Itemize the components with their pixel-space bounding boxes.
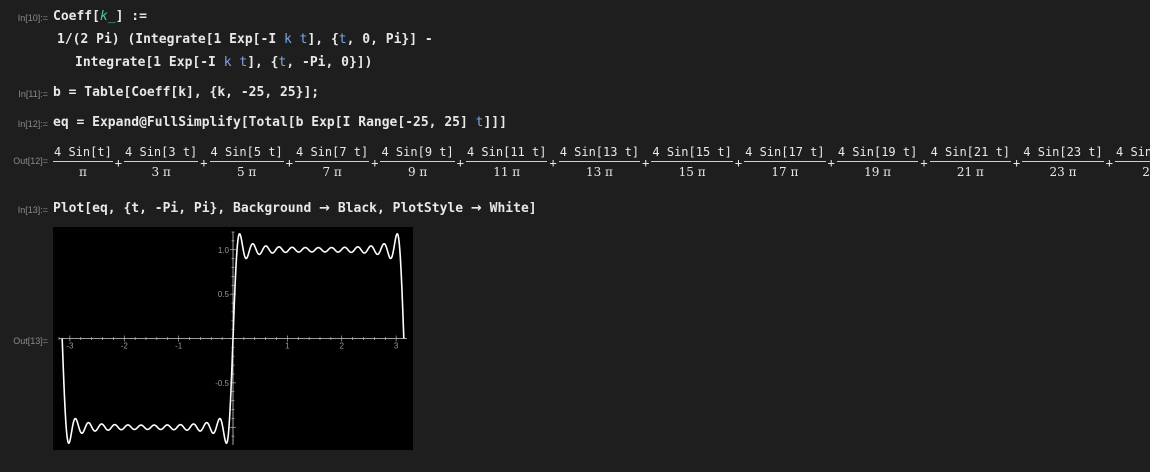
plus-sign: + — [549, 156, 557, 170]
rule-arrow-2: → — [470, 201, 482, 216]
plus-sign: + — [285, 156, 293, 170]
cell-label-in10: In[10]:= — [17, 13, 48, 23]
fraction-denominator: 3 π — [151, 165, 171, 179]
plus-sign: + — [827, 156, 835, 170]
fraction-denominator: 23 π — [1049, 165, 1077, 179]
fraction-term: 4 Sin[13 t] 13 π — [558, 145, 641, 179]
fraction-denominator: 21 π — [956, 165, 984, 179]
fraction-denominator: 13 π — [585, 165, 613, 179]
plus-sign: + — [114, 156, 123, 170]
fraction-denominator: 5 π — [236, 165, 257, 179]
fraction-numerator: 4 Sin[11 t] — [465, 145, 548, 162]
fraction-term: 4 Sin[21 t] 21 π — [929, 145, 1012, 179]
fraction-term: 4 Sin[19 t] 19 π — [836, 145, 919, 179]
y-tick-label: 0.5 — [218, 290, 230, 299]
fraction-denominator: π — [78, 165, 87, 179]
code-line-table[interactable]: b = Table[Coeff[k], {k, -25, 25}]; — [53, 85, 319, 100]
fraction-numerator: 4 Sin[7 t] — [295, 145, 370, 162]
x-tick-label: 2 — [340, 342, 345, 351]
fraction-numerator: 4 Sin[3 t] — [124, 145, 199, 162]
plot-canvas: -3 -2 -1 1 2 3 -0.5 0.5 1.0 — [58, 231, 407, 445]
x-tick-label: -1 — [175, 342, 183, 351]
fraction-term: 4 Sin[11 t] 11 π — [465, 145, 548, 179]
plus-sign: + — [1105, 156, 1113, 170]
plus-sign: + — [371, 156, 379, 170]
fraction-term: 4 Sin[7 t] 7 π — [295, 145, 370, 179]
fraction-denominator: 17 π — [771, 165, 799, 179]
fraction-numerator: 4 Sin[21 t] — [929, 145, 1012, 162]
fraction-denominator: 7 π — [322, 165, 342, 179]
y-tick-label: 1.0 — [218, 246, 230, 255]
fraction-denominator: 19 π — [864, 165, 892, 179]
y-tick-label: -0.5 — [215, 379, 229, 388]
x-tick-label: 3 — [394, 342, 399, 351]
plus-sign: + — [1013, 156, 1021, 170]
fraction-numerator: 4 Sin[9 t] — [380, 145, 455, 162]
code-line-integrate-1[interactable]: 1/(2 Pi) (Integrate[1 Exp[-I k t], {t, 0… — [57, 32, 433, 47]
cell-label-out13: Out[13]= — [13, 336, 48, 346]
fourier-series-output: 4 Sin[t] π +4 Sin[3 t] 3 π +4 Sin[5 t] 5 π +4 … — [52, 142, 1150, 182]
fraction-numerator: 4 Sin[13 t] — [558, 145, 641, 162]
plus-sign: + — [642, 156, 650, 170]
fraction-numerator: 4 Sin[25 t] — [1115, 145, 1150, 162]
plus-sign: + — [734, 156, 743, 170]
fraction-denominator: 25 π — [1142, 165, 1150, 179]
fraction-term: 4 Sin[17 t] 17 π — [744, 145, 826, 179]
fraction-term: 4 Sin[9 t] 9 π — [380, 145, 455, 179]
code-line-plot[interactable]: Plot[eq, {t, -Pi, Pi}, Background → Blac… — [53, 201, 537, 216]
fraction-numerator: 4 Sin[t] — [53, 145, 113, 162]
fraction-denominator: 9 π — [407, 165, 428, 179]
fraction-denominator: 15 π — [678, 165, 706, 179]
plus-sign: + — [456, 156, 464, 170]
cell-label-out12: Out[12]= — [13, 156, 48, 166]
code-line-expand[interactable]: eq = Expand@FullSimplify[Total[b Exp[I R… — [53, 115, 507, 130]
fraction-term: 4 Sin[3 t] 3 π — [124, 145, 199, 179]
plus-sign: + — [200, 156, 208, 170]
x-tick-label: -2 — [121, 342, 129, 351]
cell-label-in13: In[13]:= — [17, 205, 48, 215]
pattern-k: k_ — [99, 9, 116, 24]
rule-arrow-1: → — [319, 201, 331, 216]
cell-label-in12: In[12]:= — [17, 119, 48, 129]
cell-label-in11: In[11]:= — [18, 89, 48, 99]
plus-sign: + — [920, 156, 928, 170]
fraction-term: 4 Sin[23 t] 23 π — [1022, 145, 1104, 179]
fraction-term: 4 Sin[t] π — [53, 145, 113, 179]
square-wave-plot[interactable]: -3 -2 -1 1 2 3 -0.5 0.5 1.0 — [53, 227, 413, 450]
fraction-numerator: 4 Sin[5 t] — [209, 145, 284, 162]
fraction-numerator: 4 Sin[17 t] — [744, 145, 826, 162]
code-line-integrate-2[interactable]: Integrate[1 Exp[-I k t], {t, -Pi, 0}]) — [75, 55, 372, 70]
x-tick-label: 1 — [285, 342, 290, 351]
fraction-term: 4 Sin[5 t] 5 π — [209, 145, 284, 179]
fraction-term: 4 Sin[25 t] 25 π — [1115, 145, 1150, 179]
fraction-denominator: 11 π — [493, 165, 521, 179]
code-line-coeff-def[interactable]: Coeff[k_] := — [53, 9, 147, 24]
fraction-term: 4 Sin[15 t] 15 π — [651, 145, 733, 179]
fraction-numerator: 4 Sin[19 t] — [836, 145, 919, 162]
x-tick-label: -3 — [66, 342, 74, 351]
fraction-numerator: 4 Sin[15 t] — [651, 145, 733, 162]
fraction-numerator: 4 Sin[23 t] — [1022, 145, 1104, 162]
